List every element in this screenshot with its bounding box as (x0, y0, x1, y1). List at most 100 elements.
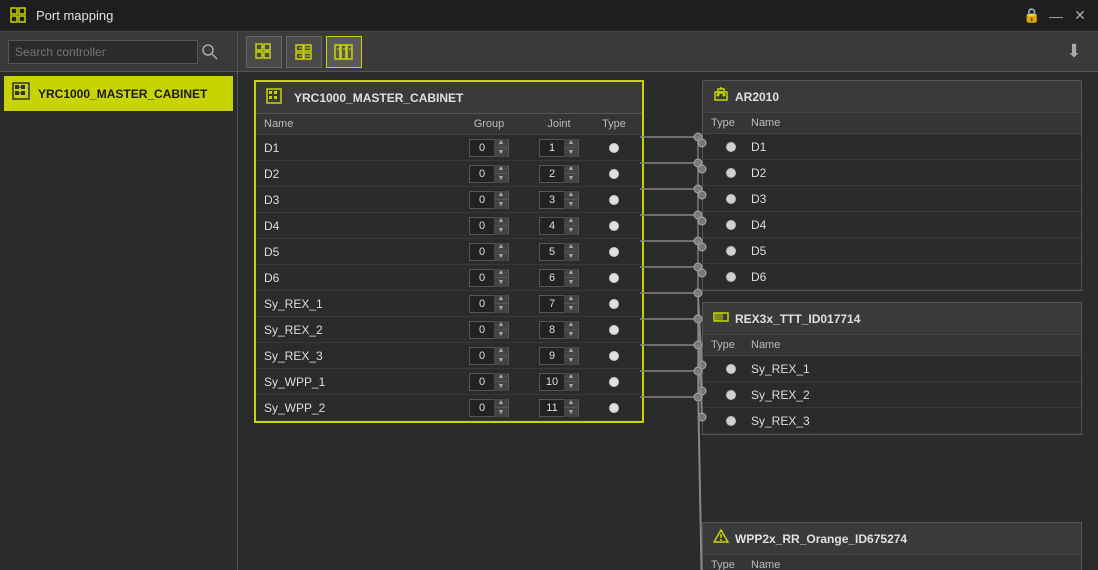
sidebar-item-yrc1000[interactable]: YRC1000_MASTER_CABINET (4, 76, 233, 111)
ar2010-rows: D1 D2 D3 D4 D5 D6 (703, 134, 1081, 290)
export-button[interactable]: ⬇ (1058, 36, 1090, 68)
table-row: Sy_REX_1 (703, 356, 1081, 382)
type-dot-cell (711, 168, 751, 178)
joint-spinner[interactable]: 6 ▲ ▼ (524, 269, 594, 287)
joint-spinner[interactable]: 1 ▲ ▼ (524, 139, 594, 157)
spin-down[interactable]: ▼ (564, 304, 578, 313)
spin-down[interactable]: ▼ (564, 382, 578, 391)
type-dot (726, 194, 736, 204)
spin-up[interactable]: ▲ (494, 295, 508, 304)
window-title: Port mapping (36, 8, 1024, 23)
group-spinner[interactable]: 0 ▲ ▼ (454, 373, 524, 391)
spin-down[interactable]: ▼ (564, 252, 578, 261)
group-spinner[interactable]: 0 ▲ ▼ (454, 295, 524, 313)
list-view-button[interactable] (286, 36, 322, 68)
search-input[interactable] (8, 40, 198, 64)
spin-up[interactable]: ▲ (564, 295, 578, 304)
main-content: YRC1000_MASTER_CABINET YRC1000_MASTER_CA… (0, 72, 1098, 570)
spin-up[interactable]: ▲ (564, 139, 578, 148)
spin-up[interactable]: ▲ (564, 399, 578, 408)
type-dot (726, 416, 736, 426)
spin-down[interactable]: ▼ (494, 382, 508, 391)
joint-spinner[interactable]: 8 ▲ ▼ (524, 321, 594, 339)
spin-down[interactable]: ▼ (564, 408, 578, 417)
spin-up[interactable]: ▲ (564, 217, 578, 226)
joint-spinner[interactable]: 5 ▲ ▼ (524, 243, 594, 261)
joint-spinner[interactable]: 11 ▲ ▼ (524, 399, 594, 417)
spin-down[interactable]: ▼ (564, 226, 578, 235)
joint-spinner[interactable]: 7 ▲ ▼ (524, 295, 594, 313)
spin-up[interactable]: ▲ (564, 373, 578, 382)
spin-up[interactable]: ▲ (494, 165, 508, 174)
close-button[interactable]: ✕ (1072, 8, 1088, 24)
spin-down[interactable]: ▼ (494, 304, 508, 313)
type-dot (726, 246, 736, 256)
table-row: Sy_REX_3 (703, 408, 1081, 434)
joint-spinner[interactable]: 10 ▲ ▼ (524, 373, 594, 391)
spin-down[interactable]: ▼ (494, 330, 508, 339)
spin-up[interactable]: ▲ (494, 347, 508, 356)
joint-spinner[interactable]: 3 ▲ ▼ (524, 191, 594, 209)
device2-icon (713, 529, 729, 548)
search-icon[interactable] (198, 40, 222, 64)
spin-down[interactable]: ▼ (494, 356, 508, 365)
map-view-button[interactable] (326, 36, 362, 68)
spin-up[interactable]: ▲ (494, 269, 508, 278)
group-spinner[interactable]: 0 ▲ ▼ (454, 321, 524, 339)
spin-down[interactable]: ▼ (564, 330, 578, 339)
spin-down[interactable]: ▼ (494, 226, 508, 235)
spin-down[interactable]: ▼ (564, 200, 578, 209)
spin-up[interactable]: ▲ (564, 191, 578, 200)
type-dot-cell (594, 403, 634, 413)
minimize-button[interactable]: — (1048, 8, 1064, 24)
type-dot (609, 247, 619, 257)
row-name: D6 (751, 270, 1073, 284)
spin-down[interactable]: ▼ (494, 408, 508, 417)
rex3x-type-header: Type (711, 339, 751, 351)
group-spinner[interactable]: 0 ▲ ▼ (454, 165, 524, 183)
group-spinner[interactable]: 0 ▲ ▼ (454, 217, 524, 235)
spin-down[interactable]: ▼ (564, 356, 578, 365)
group-spinner[interactable]: 0 ▲ ▼ (454, 139, 524, 157)
grid-view-button[interactable] (246, 36, 282, 68)
type-dot (726, 220, 736, 230)
spin-down[interactable]: ▼ (564, 174, 578, 183)
title-bar: Port mapping 🔒 — ✕ (0, 0, 1098, 32)
spin-down[interactable]: ▼ (494, 200, 508, 209)
spin-up[interactable]: ▲ (494, 321, 508, 330)
spin-down[interactable]: ▼ (564, 278, 578, 287)
spin-up[interactable]: ▲ (564, 347, 578, 356)
type-dot-cell (594, 325, 634, 335)
lock-icon[interactable]: 🔒 (1024, 8, 1040, 24)
spin-up[interactable]: ▲ (494, 139, 508, 148)
spin-up[interactable]: ▲ (494, 243, 508, 252)
row-name: Sy_REX_1 (264, 297, 454, 311)
group-spinner[interactable]: 0 ▲ ▼ (454, 269, 524, 287)
spin-up[interactable]: ▲ (494, 399, 508, 408)
type-dot-cell (594, 247, 634, 257)
joint-spinner[interactable]: 9 ▲ ▼ (524, 347, 594, 365)
spin-down[interactable]: ▼ (494, 278, 508, 287)
spin-up[interactable]: ▲ (494, 217, 508, 226)
spin-up[interactable]: ▲ (564, 165, 578, 174)
group-spinner[interactable]: 0 ▲ ▼ (454, 243, 524, 261)
spin-up[interactable]: ▲ (494, 373, 508, 382)
spin-up[interactable]: ▲ (564, 243, 578, 252)
col-type-header: Type (594, 118, 634, 130)
spin-up[interactable]: ▲ (494, 191, 508, 200)
type-dot-cell (711, 364, 751, 374)
joint-spinner[interactable]: 4 ▲ ▼ (524, 217, 594, 235)
group-spinner[interactable]: 0 ▲ ▼ (454, 347, 524, 365)
spin-up[interactable]: ▲ (564, 321, 578, 330)
spin-down[interactable]: ▼ (564, 148, 578, 157)
spin-up[interactable]: ▲ (564, 269, 578, 278)
group-spinner[interactable]: 0 ▲ ▼ (454, 399, 524, 417)
type-dot-cell (711, 142, 751, 152)
spin-down[interactable]: ▼ (494, 174, 508, 183)
spin-down[interactable]: ▼ (494, 252, 508, 261)
type-dot-cell (594, 377, 634, 387)
spin-down[interactable]: ▼ (494, 148, 508, 157)
right-panel-rex3x: REX3x_TTT_ID017714 Type Name Sy_REX_1 Sy… (702, 302, 1082, 435)
group-spinner[interactable]: 0 ▲ ▼ (454, 191, 524, 209)
joint-spinner[interactable]: 2 ▲ ▼ (524, 165, 594, 183)
